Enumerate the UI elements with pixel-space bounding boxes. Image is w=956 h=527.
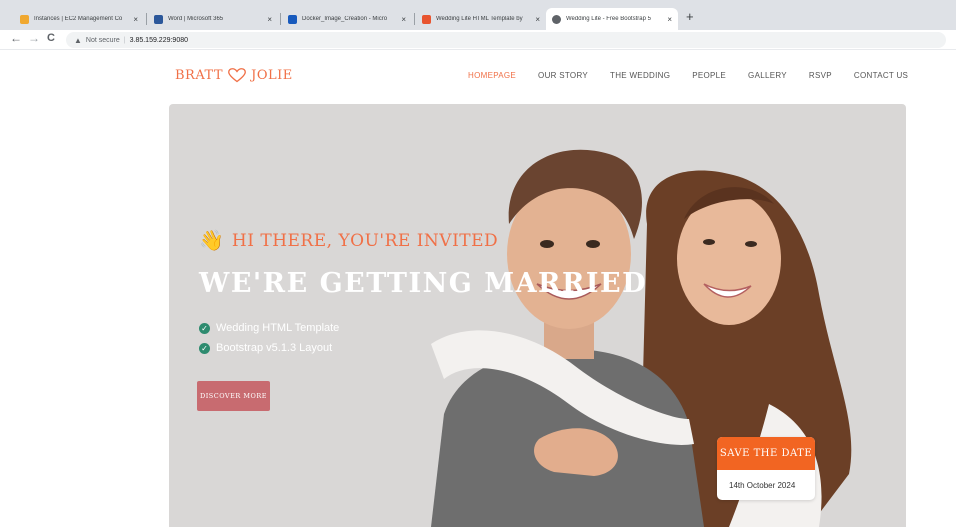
close-icon[interactable]: × [535, 15, 540, 24]
logo-right-text: JOLIE [251, 68, 293, 83]
url-text: 3.85.159.229:9080 [129, 36, 188, 44]
save-date-title: SAVE THE DATE [717, 437, 815, 470]
tab-title: Wedding Lite HTML Template by [436, 16, 523, 22]
nav-homepage[interactable]: HOMEPAGE [468, 71, 516, 80]
new-tab-button[interactable]: + [686, 9, 694, 24]
feature-list: ✓ Wedding HTML Template ✓ Bootstrap v5.1… [199, 322, 339, 362]
forward-arrow-icon[interactable]: → [28, 31, 40, 45]
word-doc-favicon-icon [288, 14, 297, 24]
tab-title: Docker_Image_Creation - Micro [302, 16, 388, 22]
browser-tab[interactable]: Instances | EC2 Management Co × [14, 8, 144, 30]
browser-toolbar: ← → C ▲ Not secure | 3.85.159.229:9080 [0, 30, 956, 50]
nav-people[interactable]: PEOPLE [692, 71, 726, 80]
save-date-value: 14th October 2024 [729, 480, 796, 490]
feature-text: Wedding HTML Template [216, 322, 340, 334]
close-icon[interactable]: × [401, 15, 406, 24]
invite-line: 👋 HI THERE, YOU'RE INVITED [199, 228, 498, 253]
browser-tab[interactable]: Docker_Image_Creation - Micro × [282, 8, 412, 30]
security-label: Not secure [85, 36, 120, 44]
browser-tab-bar: Instances | EC2 Management Co × Word | M… [0, 0, 956, 30]
site-logo[interactable]: BRATT JOLIE [175, 68, 293, 83]
nav-gallery[interactable]: GALLERY [748, 71, 787, 80]
check-circle-icon: ✓ [199, 342, 210, 354]
divider: | [123, 36, 126, 44]
word-favicon-icon [154, 14, 163, 24]
close-icon[interactable]: × [667, 15, 672, 24]
tab-title: Wedding Lite - Free Bootstrap 5 [566, 16, 651, 22]
nav-contact-us[interactable]: CONTACT US [854, 71, 908, 80]
heart-icon [228, 68, 247, 83]
save-the-date-card: SAVE THE DATE 14th October 2024 [717, 437, 815, 500]
warning-icon: ▲ [74, 35, 82, 45]
browser-tab-active[interactable]: Wedding Lite - Free Bootstrap 5 × [546, 8, 678, 30]
hero-section: 👋 HI THERE, YOU'RE INVITED WE'RE GETTING… [169, 104, 906, 527]
main-nav: HOMEPAGE OUR STORY THE WEDDING PEOPLE GA… [468, 71, 930, 80]
back-arrow-icon[interactable]: ← [10, 31, 22, 45]
list-item: ✓ Wedding HTML Template [199, 322, 339, 334]
close-icon[interactable]: × [133, 15, 138, 24]
tab-title: Instances | EC2 Management Co [34, 16, 123, 22]
nav-the-wedding[interactable]: THE WEDDING [610, 71, 670, 80]
close-icon[interactable]: × [267, 15, 272, 24]
discover-more-button[interactable]: DISCOVER MORE [197, 381, 270, 411]
browser-tab[interactable]: Wedding Lite HTML Template by × [416, 8, 546, 30]
browser-tab[interactable]: Word | Microsoft 365 × [148, 8, 278, 30]
waving-hand-icon: 👋 [199, 230, 224, 252]
hero-headline: WE'RE GETTING MARRIED [199, 268, 648, 299]
tab-title: Word | Microsoft 365 [168, 16, 224, 22]
logo-left-text: BRATT [175, 68, 224, 83]
template-favicon-icon [422, 14, 431, 24]
check-circle-icon: ✓ [199, 322, 210, 334]
nav-our-story[interactable]: OUR STORY [538, 71, 588, 80]
list-item: ✓ Bootstrap v5.1.3 Layout [199, 342, 339, 354]
invite-text: HI THERE, YOU'RE INVITED [231, 230, 499, 251]
globe-favicon-icon [552, 14, 561, 24]
address-bar[interactable]: ▲ Not secure | 3.85.159.229:9080 [66, 32, 946, 48]
feature-text: Bootstrap v5.1.3 Layout [216, 342, 333, 354]
reload-icon[interactable]: C [47, 32, 55, 44]
aws-favicon-icon [20, 14, 29, 24]
nav-rsvp[interactable]: RSVP [809, 71, 832, 80]
